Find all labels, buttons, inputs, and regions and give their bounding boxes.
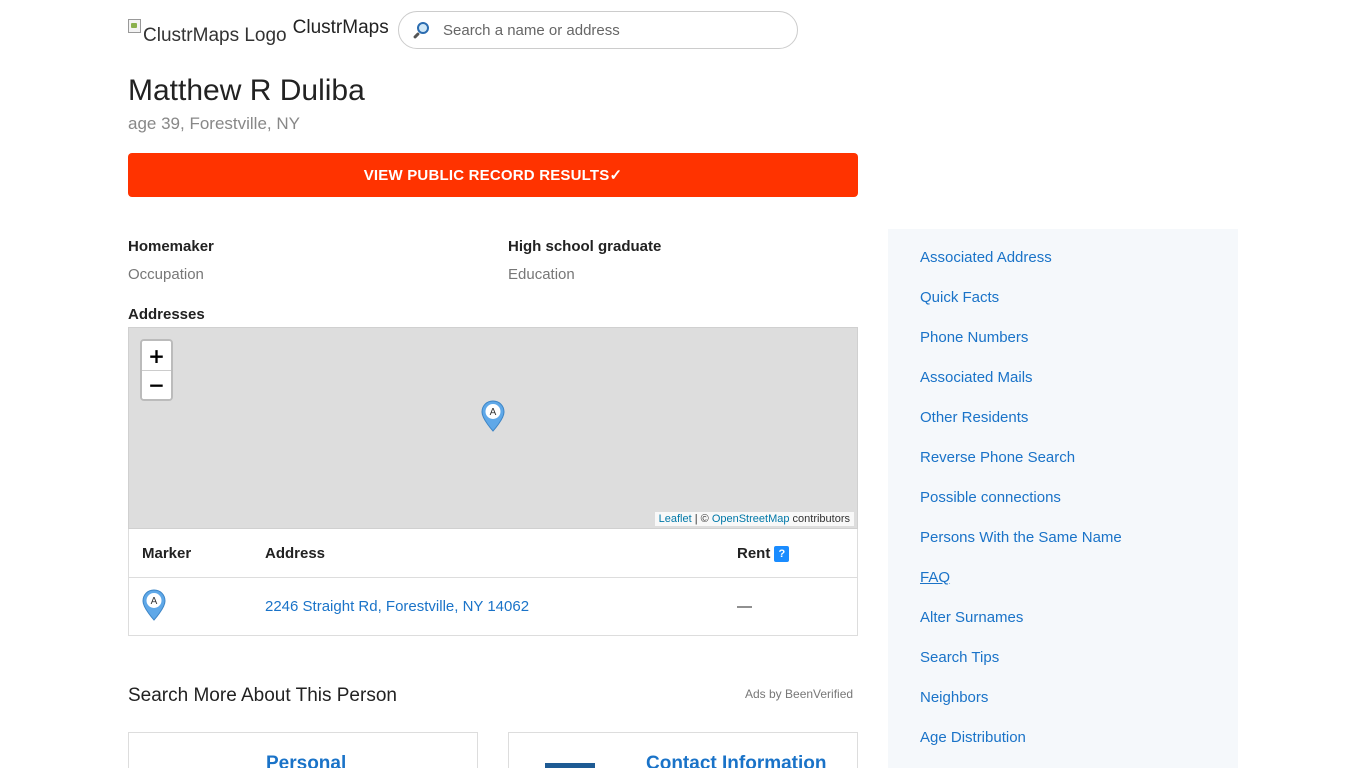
table-marker-letter: A <box>151 596 158 607</box>
view-public-record-button[interactable]: VIEW PUBLIC RECORD RESULTS✓ <box>128 153 858 197</box>
sidebar-item-phone-numbers[interactable]: Phone Numbers <box>888 327 1238 367</box>
column-header-address: Address <box>265 544 326 562</box>
fact-value: Homemaker <box>128 238 214 255</box>
column-header-marker: Marker <box>142 544 192 562</box>
sidebar-item-search-tips[interactable]: Search Tips <box>888 647 1238 687</box>
logo-image: ClustrMaps Logo <box>128 15 287 46</box>
logo-text: ClustrMaps <box>292 17 389 38</box>
ads-by-label: Ads by BeenVerified <box>745 687 854 701</box>
rent-header-label: Rent <box>737 544 771 562</box>
sidebar-item-same-name[interactable]: Persons With the Same Name <box>888 527 1238 567</box>
search-box[interactable] <box>398 11 798 49</box>
fact-education: High school graduate Education <box>508 238 661 283</box>
person-name: Matthew R Duliba <box>128 74 365 107</box>
sidebar-item-associated-address[interactable]: Associated Address <box>888 247 1238 287</box>
map-attribution: Leaflet | © OpenStreetMap contributors <box>654 512 854 526</box>
search-input[interactable] <box>443 21 763 39</box>
ad-card-title[interactable]: Contact Information <box>646 753 827 768</box>
address-link[interactable]: 2246 Straight Rd, Forestville, NY 14062 <box>265 598 529 615</box>
fact-label: Occupation <box>128 266 204 283</box>
leaflet-link[interactable]: Leaflet <box>659 513 692 525</box>
address-map[interactable]: + − A Leaflet | © OpenStreetMap contribu… <box>128 327 858 529</box>
sidebar-item-associated-mails[interactable]: Associated Mails <box>888 367 1238 407</box>
fact-label: Education <box>508 266 575 283</box>
attribution-tail: contributors <box>789 513 850 525</box>
person-age-location: age 39, Forestville, NY <box>128 114 300 133</box>
sidebar-item-reverse-phone-search[interactable]: Reverse Phone Search <box>888 447 1238 487</box>
address-table: Marker Address Rent? A 2246 Straight Rd,… <box>128 529 858 636</box>
row-address-cell: 2246 Straight Rd, Forestville, NY 14062 <box>265 598 737 615</box>
sidebar-item-faq[interactable]: FAQ <box>888 567 1238 607</box>
search-more-heading: Search More About This Person <box>128 685 397 706</box>
table-row: A 2246 Straight Rd, Forestville, NY 1406… <box>129 578 857 635</box>
table-header-row: Marker Address Rent? <box>129 529 857 578</box>
sidebar-item-other-residents[interactable]: Other Residents <box>888 407 1238 447</box>
fact-occupation: Homemaker Occupation <box>128 238 214 283</box>
page-sections-sidebar: Associated Address Quick Facts Phone Num… <box>888 229 1238 768</box>
table-marker-icon: A <box>142 588 166 621</box>
sidebar-item-neighbors[interactable]: Neighbors <box>888 687 1238 727</box>
openstreetmap-link[interactable]: OpenStreetMap <box>712 513 790 525</box>
zoom-in-button[interactable]: + <box>142 341 171 370</box>
search-icon <box>412 21 431 40</box>
contact-card-image <box>545 763 595 768</box>
map-marker-letter: A <box>490 407 497 418</box>
ad-card-title[interactable]: Personal <box>266 753 346 768</box>
attribution-separator: | © <box>691 513 712 525</box>
ad-card-personal[interactable]: Personal <box>128 732 478 768</box>
sidebar-item-age-distribution[interactable]: Age Distribution <box>888 727 1238 767</box>
column-header-rent: Rent? <box>737 545 857 562</box>
site-header: ClustrMaps Logo ClustrMaps <box>128 11 389 49</box>
addresses-heading: Addresses <box>128 306 205 323</box>
sidebar-item-possible-connections[interactable]: Possible connections <box>888 487 1238 527</box>
sidebar-item-quick-facts[interactable]: Quick Facts <box>888 287 1238 327</box>
map-marker-icon[interactable]: A <box>481 400 505 432</box>
logo-alt-text: ClustrMaps Logo <box>143 25 287 46</box>
ad-card-contact[interactable]: Contact Information <box>508 732 858 768</box>
rent-help-icon[interactable]: ? <box>774 545 790 562</box>
fact-value: High school graduate <box>508 238 662 255</box>
site-logo[interactable]: ClustrMaps Logo ClustrMaps <box>128 11 389 49</box>
zoom-control: + − <box>140 339 173 401</box>
row-marker-cell: A <box>129 588 265 625</box>
row-rent-cell: — <box>737 598 752 615</box>
broken-image-icon <box>128 19 141 33</box>
zoom-out-button[interactable]: − <box>142 370 171 399</box>
sidebar-item-alter-surnames[interactable]: Alter Surnames <box>888 607 1238 647</box>
